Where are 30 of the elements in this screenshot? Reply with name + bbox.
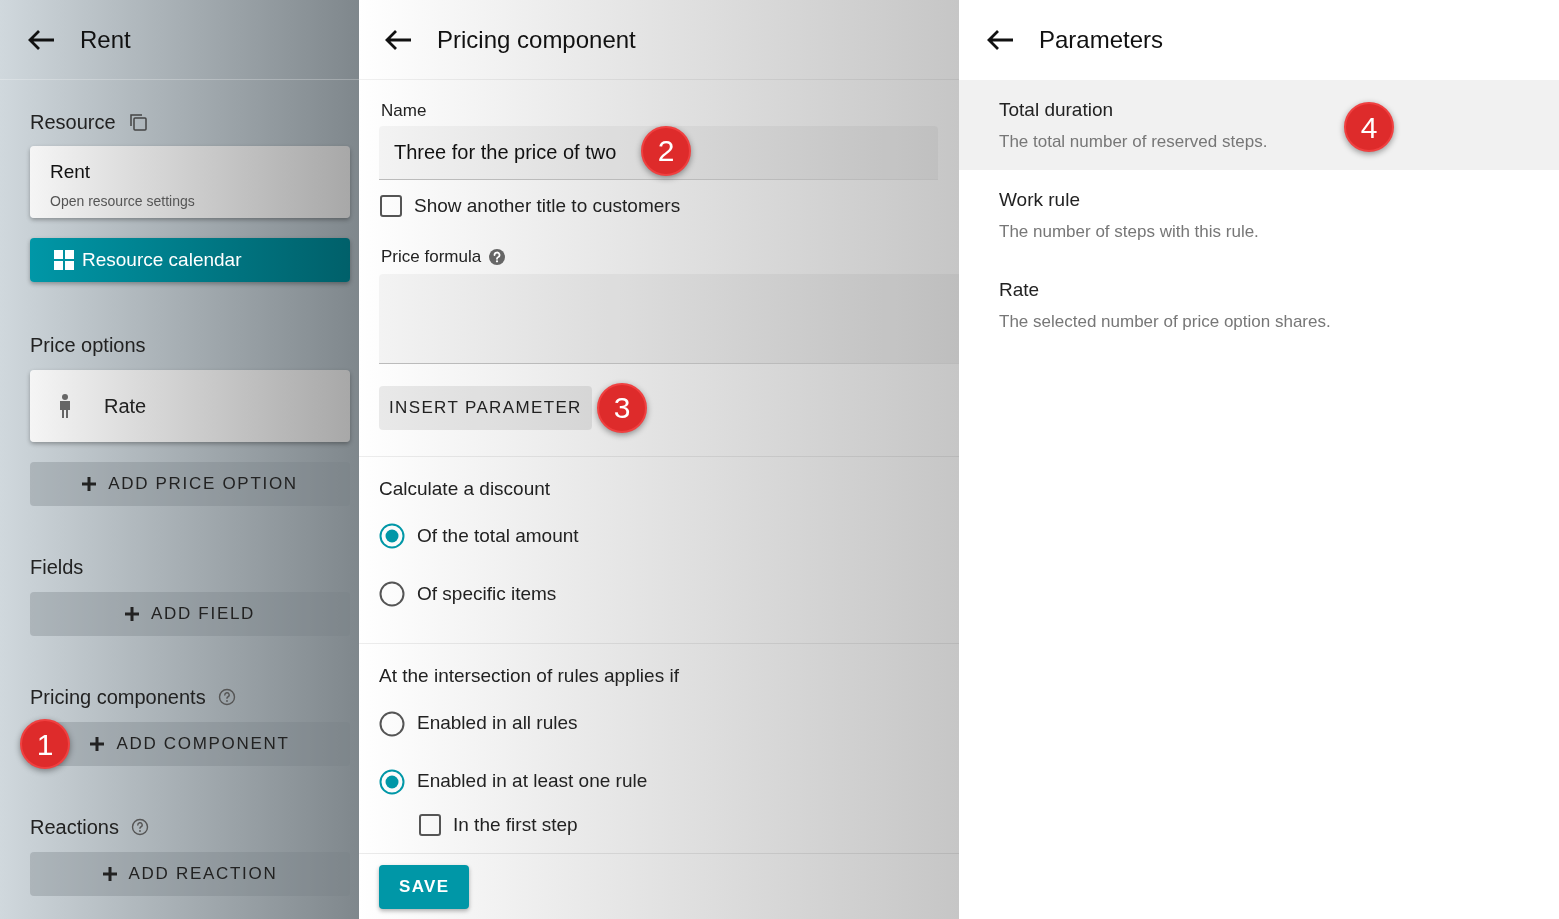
radio-label: Of specific items bbox=[417, 581, 557, 606]
section-label: Price options bbox=[30, 333, 147, 358]
group-title: At the intersection of rules applies if bbox=[379, 664, 680, 688]
group-title: Calculate a discount bbox=[379, 476, 552, 501]
checkbox-label: Show another title to customers bbox=[414, 193, 681, 218]
checkbox-label: In the first step bbox=[453, 812, 578, 837]
step-marker-overlay: 2 bbox=[641, 125, 691, 176]
field-label: Name bbox=[380, 100, 428, 122]
card-title: Rent bbox=[50, 160, 92, 184]
radio-label: Of the total amount bbox=[417, 523, 579, 548]
parameter-description: The number of steps with this rule. bbox=[999, 220, 1260, 243]
parameter-title: Total duration bbox=[999, 98, 1115, 122]
step-marker-overlay: 1 bbox=[20, 719, 70, 769]
field-label: Price formula bbox=[381, 246, 482, 268]
step-marker-overlay: 3 bbox=[597, 382, 647, 433]
parameter-description: The selected number of price option shares. bbox=[999, 310, 1332, 333]
parameter-title: Work rule bbox=[999, 188, 1081, 212]
section-label: Reactions bbox=[30, 815, 119, 840]
option-label: Rate bbox=[104, 394, 147, 419]
radio-label: Enabled in at least one rule bbox=[417, 769, 648, 794]
section-label: Resource bbox=[30, 110, 116, 135]
panel-title: Parameters bbox=[1039, 25, 1164, 55]
panel-title: Pricing component bbox=[437, 24, 636, 55]
card-subtitle: Open resource settings bbox=[50, 191, 196, 211]
step-marker-overlay: 4 bbox=[1344, 102, 1394, 152]
parameter-title: Rate bbox=[999, 278, 1041, 302]
panel-title: Rent bbox=[80, 24, 131, 55]
radio-label: Enabled in all rules bbox=[417, 711, 578, 736]
section-label: Fields bbox=[30, 555, 85, 580]
section-label: Pricing components bbox=[30, 685, 206, 710]
